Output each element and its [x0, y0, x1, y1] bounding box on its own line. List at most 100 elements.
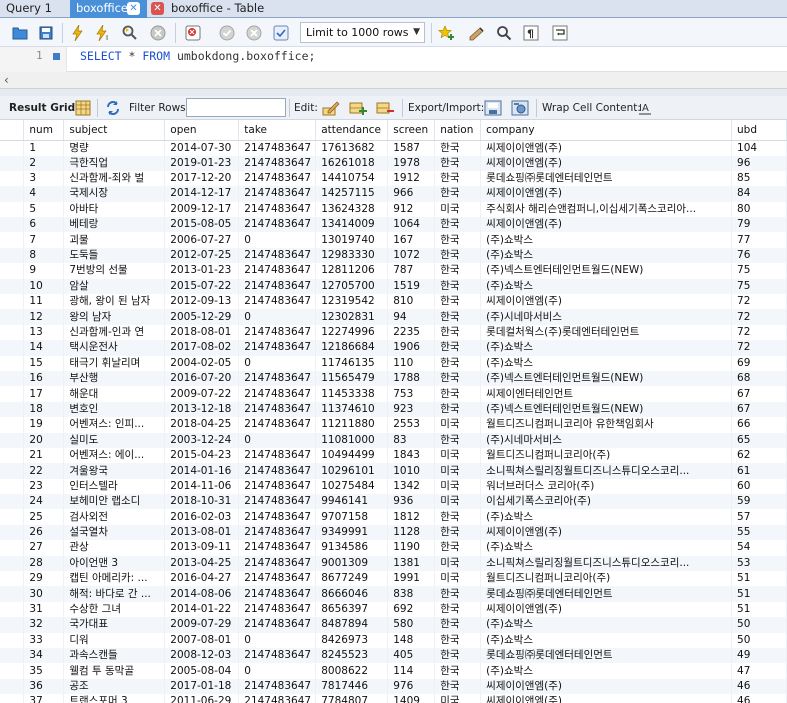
cell-attendance[interactable]: 13624328: [315, 201, 389, 218]
table-row[interactable]: 32 국가대표 2009-07-29 2147483647 8487894 580 한국 (주…: [0, 617, 787, 633]
cell-screen[interactable]: 148: [387, 632, 436, 648]
cell-subject[interactable]: 어벤져스: 인피...: [63, 417, 166, 433]
cell-attendance[interactable]: 10296101: [315, 463, 389, 479]
cell-subject[interactable]: 공조: [63, 678, 166, 695]
cell-num[interactable]: 33: [23, 632, 65, 648]
cell-attendance[interactable]: 11211880: [315, 417, 389, 433]
cell-num[interactable]: 12: [23, 309, 65, 325]
row-selector[interactable]: [0, 663, 25, 679]
cell-take[interactable]: 2147483647: [238, 186, 317, 202]
row-selector[interactable]: [0, 263, 25, 279]
cell-subject[interactable]: 왕의 남자: [63, 309, 166, 325]
close-icon[interactable]: ✕: [151, 2, 164, 15]
cell-subject[interactable]: 해적: 바다로 간 ...: [63, 586, 166, 602]
wrap-lines-icon[interactable]: [550, 23, 570, 43]
commit-icon[interactable]: [217, 23, 237, 43]
cell-ubd[interactable]: 47: [731, 663, 787, 679]
cell-company[interactable]: (주)쇼박스: [480, 663, 733, 679]
cell-company[interactable]: (주)쇼박스: [480, 232, 733, 248]
cell-take[interactable]: 2147483647: [238, 694, 317, 703]
cell-ubd[interactable]: 69: [731, 355, 787, 371]
cell-ubd[interactable]: 75: [731, 263, 787, 279]
cell-screen[interactable]: 1991: [387, 571, 436, 587]
cell-subject[interactable]: 국가대표: [63, 617, 166, 633]
cell-ubd[interactable]: 79: [731, 217, 787, 233]
cell-open[interactable]: 2013-01-23: [164, 263, 240, 279]
cell-num[interactable]: 2: [23, 155, 65, 171]
cell-subject[interactable]: 인터스텔라: [63, 478, 166, 495]
row-selector[interactable]: [0, 186, 25, 202]
cell-company[interactable]: 월트디즈니컴퍼니코리아(주): [480, 571, 733, 587]
cell-attendance[interactable]: 12705700: [315, 278, 389, 295]
cell-num[interactable]: 36: [23, 678, 65, 695]
cell-nation[interactable]: 미국: [434, 571, 482, 587]
row-selector[interactable]: [0, 140, 25, 156]
row-selector[interactable]: [0, 540, 25, 556]
cell-open[interactable]: 2003-12-24: [164, 432, 240, 448]
cell-open[interactable]: 2018-08-01: [164, 324, 240, 341]
cell-ubd[interactable]: 72: [731, 294, 787, 310]
cell-subject[interactable]: 7번방의 선물: [63, 263, 166, 279]
cell-take[interactable]: 2147483647: [238, 447, 317, 464]
table-row[interactable]: 37 트랜스포머 3 2011-06-29 2147483647 7784807 1409…: [0, 694, 787, 703]
table-row[interactable]: 28 아이언맨 3 2013-04-25 2147483647 9001309 1381 미…: [0, 555, 787, 572]
beautify-icon[interactable]: [467, 23, 487, 43]
column-header-open[interactable]: open: [164, 120, 240, 141]
cell-open[interactable]: 2015-04-23: [164, 447, 240, 464]
cell-open[interactable]: 2005-12-29: [164, 309, 240, 325]
cell-nation[interactable]: 한국: [434, 170, 482, 187]
splitter[interactable]: [0, 89, 787, 96]
cell-num[interactable]: 16: [23, 370, 65, 387]
cell-ubd[interactable]: 57: [731, 509, 787, 525]
cell-subject[interactable]: 검사외전: [63, 509, 166, 525]
cell-nation[interactable]: 한국: [434, 294, 482, 310]
cell-company[interactable]: 씨제이이앤엠(주): [480, 217, 733, 233]
cell-open[interactable]: 2011-06-29: [164, 694, 240, 703]
cell-num[interactable]: 26: [23, 524, 65, 541]
row-selector-header[interactable]: [0, 120, 25, 141]
cell-nation[interactable]: 한국: [434, 340, 482, 356]
cell-subject[interactable]: 아이언맨 3: [63, 555, 166, 572]
cell-num[interactable]: 13: [23, 324, 65, 341]
cell-nation[interactable]: 한국: [434, 432, 482, 448]
cell-company[interactable]: (주)쇼박스: [480, 540, 733, 556]
table-row[interactable]: 12 왕의 남자 2005-12-29 0 12302831 94 한국 (주)시네마서비스 7…: [0, 309, 787, 325]
column-header-subject[interactable]: subject: [63, 120, 166, 141]
row-selector[interactable]: [0, 401, 25, 418]
row-selector[interactable]: [0, 278, 25, 295]
cell-subject[interactable]: 신과함께-인과 연: [63, 324, 166, 341]
table-row[interactable]: 8 도둑들 2012-07-25 2147483647 12983330 1072 한국 (주…: [0, 247, 787, 264]
cell-nation[interactable]: 한국: [434, 263, 482, 279]
cell-ubd[interactable]: 62: [731, 447, 787, 464]
row-selector[interactable]: [0, 555, 25, 572]
cell-take[interactable]: 2147483647: [238, 571, 317, 587]
cell-ubd[interactable]: 77: [731, 232, 787, 248]
row-selector[interactable]: [0, 648, 25, 664]
cell-open[interactable]: 2008-12-03: [164, 648, 240, 664]
cell-subject[interactable]: 태극기 휘날리며: [63, 355, 166, 371]
cell-num[interactable]: 22: [23, 463, 65, 479]
cell-company[interactable]: 씨제이이앤엠(주): [480, 294, 733, 310]
table-row[interactable]: 2 극한직업 2019-01-23 2147483647 16261018 1978 한국 씨…: [0, 155, 787, 171]
column-header-attendance[interactable]: attendance: [315, 120, 389, 141]
cell-num[interactable]: 31: [23, 601, 65, 618]
cell-nation[interactable]: 한국: [434, 617, 482, 633]
cell-num[interactable]: 28: [23, 555, 65, 572]
cell-take[interactable]: 2147483647: [238, 401, 317, 418]
cell-company[interactable]: (주)시네마서비스: [480, 309, 733, 325]
row-selector[interactable]: [0, 247, 25, 264]
cell-ubd[interactable]: 96: [731, 155, 787, 171]
cell-num[interactable]: 35: [23, 663, 65, 679]
cell-screen[interactable]: 1409: [387, 694, 436, 703]
cell-take[interactable]: 2147483647: [238, 155, 317, 171]
cell-num[interactable]: 23: [23, 478, 65, 495]
cell-num[interactable]: 24: [23, 494, 65, 510]
cell-open[interactable]: 2009-07-22: [164, 386, 240, 402]
cell-open[interactable]: 2012-07-25: [164, 247, 240, 264]
cell-open[interactable]: 2014-01-22: [164, 601, 240, 618]
cell-open[interactable]: 2018-10-31: [164, 494, 240, 510]
cell-company[interactable]: 이십세기폭스코리아(주): [480, 494, 733, 510]
cell-attendance[interactable]: 8426973: [315, 632, 389, 648]
cell-nation[interactable]: 미국: [434, 478, 482, 495]
cell-ubd[interactable]: 51: [731, 586, 787, 602]
